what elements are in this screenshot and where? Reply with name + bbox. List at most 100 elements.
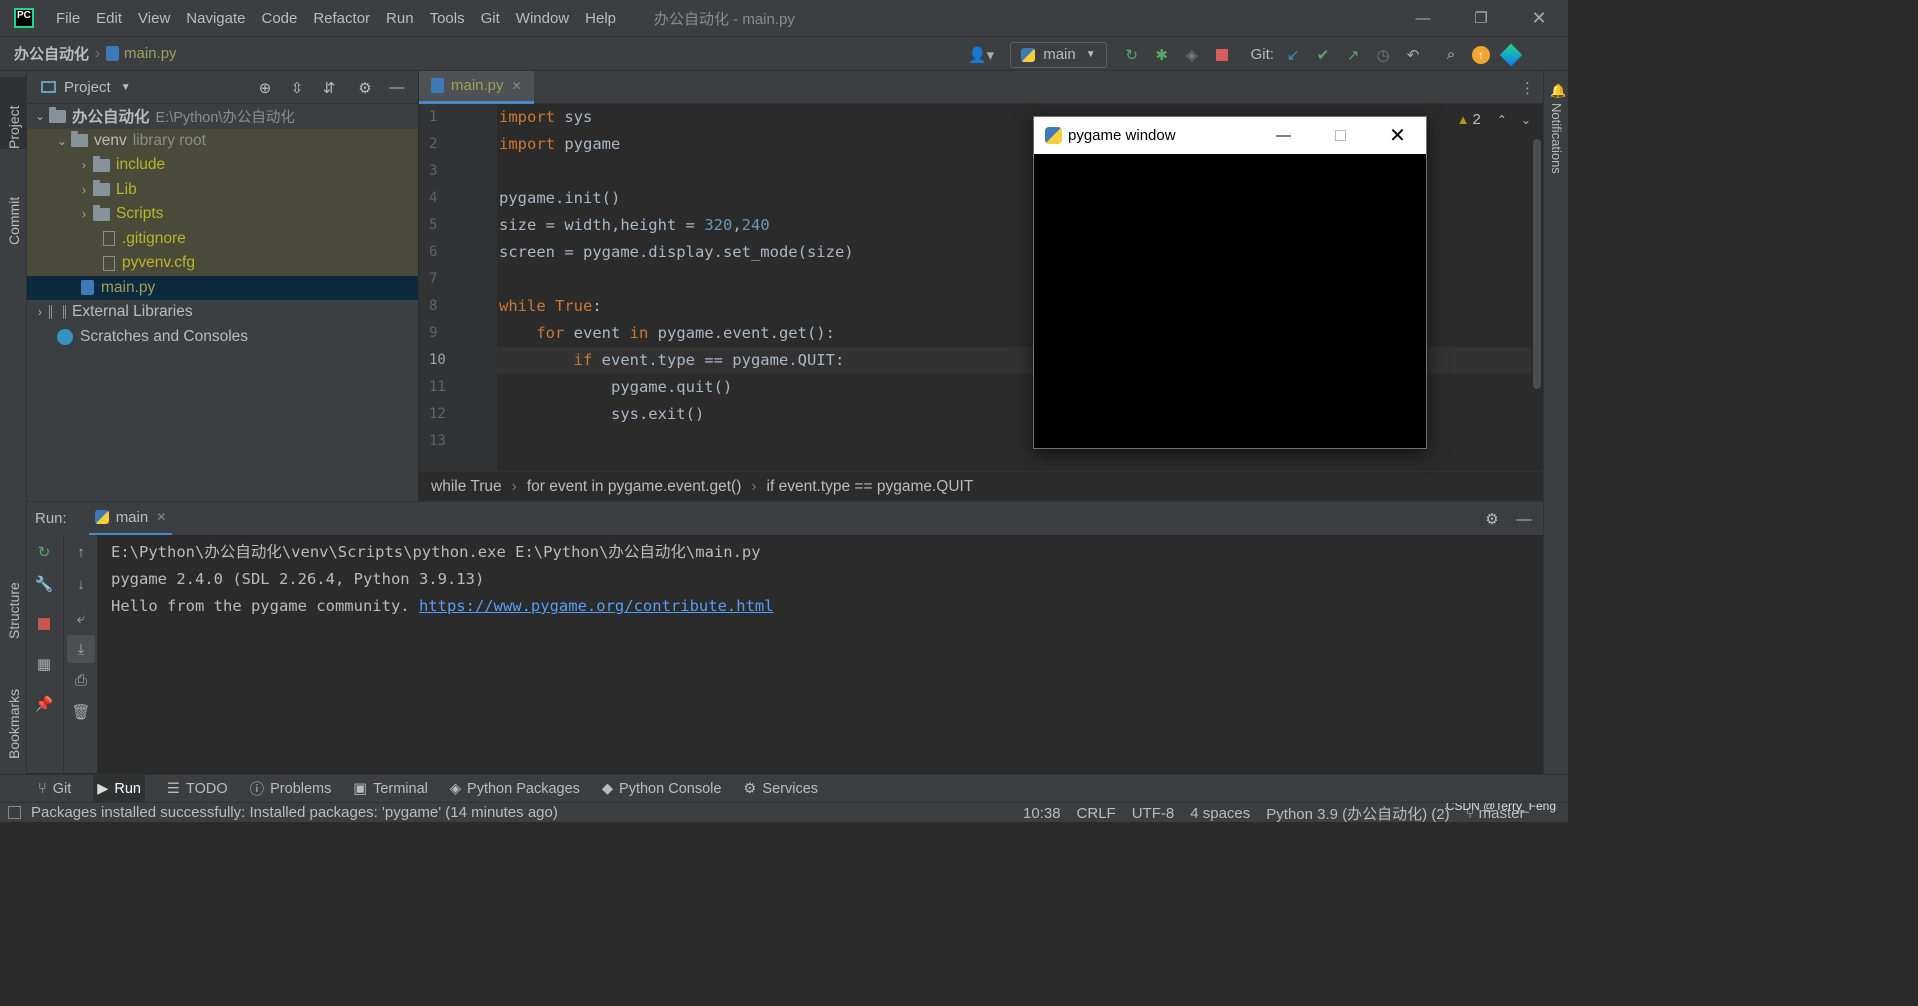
project-view-label[interactable]: Project <box>64 79 111 96</box>
close-icon[interactable]: ✕ <box>1369 123 1426 148</box>
tree-item-external-libraries[interactable]: › External Libraries <box>27 300 418 325</box>
tool-problems[interactable]: ⓘ Problems <box>250 778 332 799</box>
hide-icon[interactable]: — <box>1513 508 1535 530</box>
scroll-to-end-icon[interactable]: ⤓ <box>67 635 95 663</box>
tool-git[interactable]: ⑂ Git <box>38 781 71 797</box>
menu-file[interactable]: File <box>56 10 80 27</box>
locate-icon[interactable]: ⊕ <box>254 77 276 99</box>
update-icon[interactable]: ↑ <box>1470 44 1492 66</box>
chevron-right-icon[interactable]: › <box>75 158 93 172</box>
stop-icon[interactable] <box>33 613 55 635</box>
tree-item-lib[interactable]: › Lib <box>27 178 418 203</box>
tree-item-include[interactable]: › include <box>27 153 418 178</box>
status-message[interactable]: Packages installed successfully: Install… <box>31 804 558 821</box>
breadcrumb-project[interactable]: 办公自动化 <box>14 43 89 64</box>
tool-project[interactable]: Project <box>0 77 27 149</box>
tool-structure[interactable]: Structure <box>0 559 27 639</box>
menu-tools[interactable]: Tools <box>430 10 465 27</box>
tree-item-pyvenv[interactable]: pyvenv.cfg <box>27 251 418 276</box>
tool-python-console[interactable]: ◆ Python Console <box>602 781 722 797</box>
soft-wrap-icon[interactable]: ⤶ <box>70 607 92 629</box>
down-arrow-icon[interactable]: ↓ <box>70 573 92 595</box>
hide-icon[interactable]: — <box>386 77 408 99</box>
debug-icon[interactable]: ✱ <box>1151 44 1173 66</box>
rerun-icon[interactable]: ↻ <box>33 541 55 563</box>
tool-bookmarks[interactable]: Bookmarks <box>0 663 27 759</box>
print-icon[interactable]: ⎙ <box>70 669 92 691</box>
maximize-icon[interactable]: ☐ <box>1312 127 1369 145</box>
tool-notifications[interactable]: Notifications <box>1544 103 1569 193</box>
tree-item-gitignore[interactable]: .gitignore <box>27 227 418 252</box>
tab-main-py[interactable]: main.py ✕ <box>419 70 534 104</box>
menu-window[interactable]: Window <box>516 10 569 27</box>
chevron-down-icon[interactable]: ⌄ <box>1521 113 1531 127</box>
restore-icon[interactable]: ❐ <box>1452 9 1510 27</box>
trash-icon[interactable]: 🗑 <box>70 701 92 723</box>
menu-edit[interactable]: Edit <box>96 10 122 27</box>
run-console[interactable]: E:\Python\办公自动化\venv\Scripts\python.exe … <box>97 535 1543 773</box>
run-tab-main[interactable]: main ✕ <box>88 502 173 536</box>
collapse-all-icon[interactable]: ⇵ <box>318 77 340 99</box>
tool-terminal[interactable]: ▣ Terminal <box>353 781 428 797</box>
user-icon[interactable]: 👤▾ <box>968 46 994 64</box>
minimize-icon[interactable]: — <box>1255 127 1312 144</box>
menu-code[interactable]: Code <box>261 10 297 27</box>
layout-icon[interactable]: ▦ <box>33 653 55 675</box>
tool-python-packages[interactable]: ◈ Python Packages <box>450 781 580 797</box>
breadcrumb-file[interactable]: main.py <box>124 45 177 62</box>
chevron-right-icon[interactable]: › <box>31 305 49 319</box>
stop-icon[interactable] <box>1211 44 1233 66</box>
breadcrumb-while[interactable]: while True <box>431 478 502 496</box>
tree-item-scratches[interactable]: Scratches and Consoles <box>27 325 418 350</box>
close-icon[interactable]: ✕ <box>1510 8 1568 29</box>
file-encoding[interactable]: UTF-8 <box>1132 805 1175 822</box>
tool-services[interactable]: ⚙ Services <box>743 781 818 797</box>
history-icon[interactable]: ◷ <box>1372 44 1394 66</box>
chevron-up-icon[interactable]: ⌃ <box>1497 113 1507 127</box>
tool-todo[interactable]: ☰ TODO <box>167 781 228 797</box>
search-icon[interactable]: ⌕ <box>1440 44 1462 66</box>
up-arrow-icon[interactable]: ↑ <box>70 541 92 563</box>
editor-scrollbar[interactable] <box>1533 139 1541 389</box>
pygame-canvas[interactable] <box>1034 154 1426 448</box>
breadcrumb-if[interactable]: if event.type == pygame.QUIT <box>767 478 974 496</box>
minimize-icon[interactable]: — <box>1394 10 1452 27</box>
chevron-right-icon[interactable]: › <box>75 183 93 197</box>
menu-refactor[interactable]: Refactor <box>313 10 370 27</box>
caret-position[interactable]: 10:38 <box>1023 805 1061 822</box>
tree-item-venv[interactable]: ⌄ venv library root <box>27 129 418 154</box>
panel-toggle-icon[interactable] <box>8 806 21 819</box>
jetbrains-icon[interactable] <box>1499 43 1523 66</box>
coverage-icon[interactable]: ◈ <box>1181 44 1203 66</box>
tool-commit[interactable]: Commit <box>0 165 27 245</box>
bell-icon[interactable]: 🔔 <box>1550 83 1566 99</box>
chevron-down-icon[interactable]: ▼ <box>121 82 131 93</box>
menu-run[interactable]: Run <box>386 10 414 27</box>
indent-setting[interactable]: 4 spaces <box>1190 805 1250 822</box>
gear-icon[interactable]: ⚙ <box>1481 508 1503 530</box>
breadcrumb-for[interactable]: for event in pygame.event.get() <box>527 478 742 496</box>
gear-icon[interactable]: ⚙ <box>354 77 376 99</box>
tree-item-root[interactable]: ⌄ 办公自动化 E:\Python\办公自动化 <box>27 104 418 129</box>
close-tab-icon[interactable]: ✕ <box>512 79 522 93</box>
menu-navigate[interactable]: Navigate <box>186 10 245 27</box>
tool-run[interactable]: ▶ Run <box>93 775 145 802</box>
wrench-icon[interactable]: 🔧 <box>33 573 55 595</box>
warning-icon[interactable]: ▲ <box>1457 112 1470 127</box>
tree-item-scripts[interactable]: › Scripts <box>27 202 418 227</box>
git-update-icon[interactable]: ↙ <box>1282 44 1304 66</box>
run-config-dropdown[interactable]: main ▼ <box>1010 41 1107 68</box>
python-interpreter[interactable]: Python 3.9 (办公自动化) (2) <box>1266 803 1449 823</box>
pygame-titlebar[interactable]: pygame window — ☐ ✕ <box>1034 117 1426 154</box>
chevron-down-icon[interactable]: ⌄ <box>53 134 71 148</box>
menu-view[interactable]: View <box>138 10 170 27</box>
tree-item-main[interactable]: main.py <box>27 275 418 300</box>
close-tab-icon[interactable]: ✕ <box>156 510 166 524</box>
line-separator[interactable]: CRLF <box>1077 805 1116 822</box>
menu-help[interactable]: Help <box>585 10 616 27</box>
chevron-right-icon[interactable]: › <box>75 207 93 221</box>
more-icon[interactable]: ⋮ <box>1520 79 1535 97</box>
git-commit-icon[interactable]: ✔ <box>1312 44 1334 66</box>
rerun-icon[interactable]: ↻ <box>1121 44 1143 66</box>
rollback-icon[interactable]: ↶ <box>1402 44 1424 66</box>
